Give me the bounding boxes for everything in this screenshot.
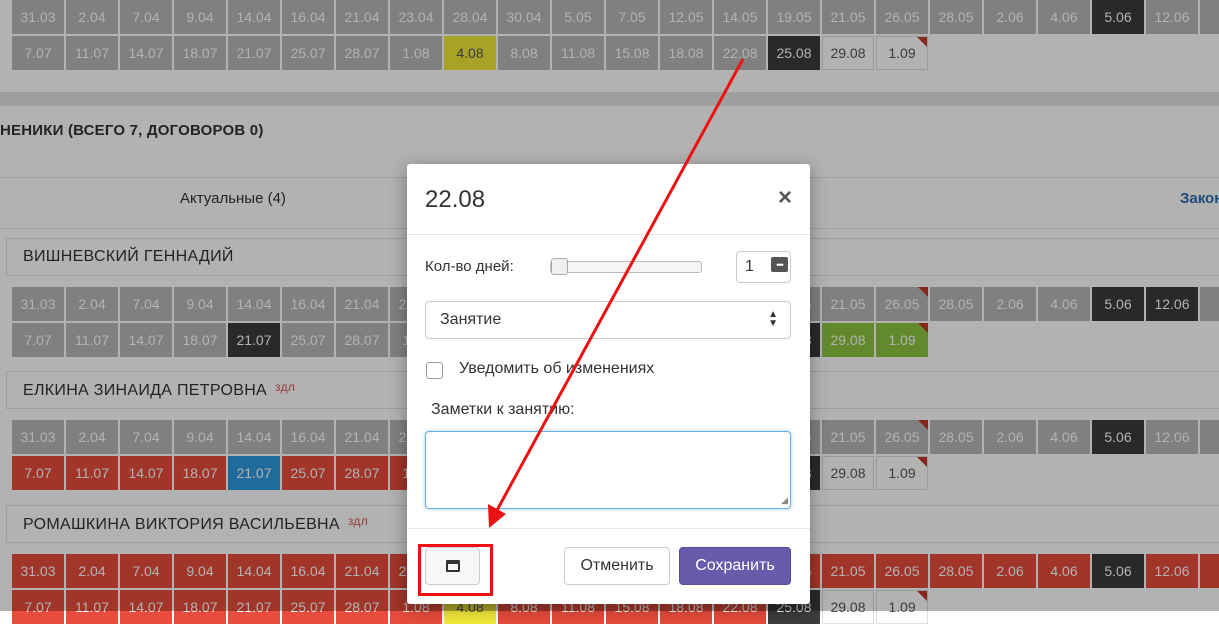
arrow-line <box>494 58 745 513</box>
annotation-arrow <box>488 58 745 528</box>
